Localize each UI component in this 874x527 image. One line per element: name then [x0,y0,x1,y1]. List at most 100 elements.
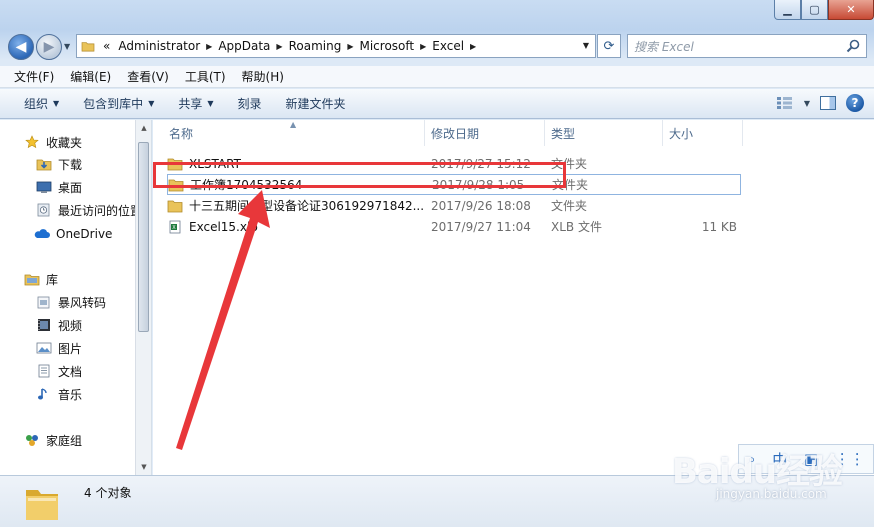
cloud-icon [34,227,50,241]
menu-help[interactable]: 帮助(H) [234,68,292,85]
column-header-name[interactable]: 名称 [163,120,425,146]
search-input[interactable]: 搜索 Excel [627,34,867,58]
include-in-library-button[interactable]: 包含到库中 ▼ [71,95,166,112]
video-icon [36,318,52,332]
nav-library-documents[interactable]: 文档 [36,361,82,381]
preview-pane-icon[interactable] [820,96,836,110]
navigation-scrollbar[interactable]: ▲ ▼ [135,120,151,475]
menu-edit[interactable]: 编辑(E) [62,68,119,85]
breadcrumb-roaming[interactable]: Roaming ▶ [285,39,356,53]
file-date: 2017/9/27 15:12 [431,156,531,171]
organize-button[interactable]: 组织 ▼ [12,95,71,112]
nav-label: 暴风转码 [58,295,107,310]
document-icon [36,364,52,378]
chevron-right-icon[interactable]: ▶ [204,42,214,51]
file-row[interactable]: 工作簿1704532564 2017/9/28 1:05 文件夹 [167,174,741,195]
chevron-right-icon[interactable]: ▶ [468,42,478,51]
column-headers: ▲ 名称 修改日期 类型 大小 [153,120,874,146]
command-bar: 组织 ▼ 包含到库中 ▼ 共享 ▼ 刻录 新建文件夹 ▼ ? [0,89,874,119]
chevron-right-icon[interactable]: ▶ [274,42,284,51]
chevron-right-icon[interactable]: ▶ [418,42,428,51]
file-row[interactable]: 十三五期间大型设备论证306192971842... 2017/9/26 18:… [167,195,747,216]
column-header-label: 大小 [669,126,694,141]
nav-label: 下载 [58,157,83,172]
breadcrumb-label: AppData [218,39,271,53]
breadcrumb-label: Administrator [118,39,201,53]
breadcrumb-label: Roaming [288,39,342,53]
chevron-right-icon[interactable]: ▶ [345,42,355,51]
nav-downloads[interactable]: 下载 [36,154,82,174]
column-header-label: 类型 [551,126,576,141]
scroll-down-arrow-icon[interactable]: ▼ [136,459,151,475]
file-date: 2017/9/27 11:04 [431,219,531,234]
view-options-dropdown[interactable]: ▼ [804,99,810,108]
file-date: 2017/9/26 18:08 [431,198,531,213]
caret-down-icon: ▼ [148,99,155,108]
breadcrumb-appdata[interactable]: AppData ▶ [214,39,284,53]
nav-library-pictures[interactable]: 图片 [36,338,82,358]
menu-bar: 文件(F) 编辑(E) 查看(V) 工具(T) 帮助(H) [0,66,874,88]
menu-file[interactable]: 文件(F) [6,68,62,85]
file-row[interactable]: XLSTART 2017/9/27 15:12 文件夹 [167,153,747,174]
nav-label: 图片 [58,341,83,356]
file-name: Excel15.xlb [189,219,258,234]
file-size: 11 KB [701,219,737,234]
recent-pages-dropdown[interactable]: ▼ [64,42,70,51]
nav-label: 视频 [58,318,83,333]
column-header-type[interactable]: 类型 [545,120,663,146]
menu-tools[interactable]: 工具(T) [177,68,234,85]
breadcrumb-label: Microsoft [359,39,415,53]
breadcrumb-label: Excel [432,39,465,53]
burn-button[interactable]: 刻录 [226,95,274,112]
menu-view[interactable]: 查看(V) [119,68,177,85]
folder-icon [81,42,95,52]
file-row[interactable]: X Excel15.xlb 2017/9/27 11:04 XLB 文件 11 … [167,216,747,237]
maximize-button[interactable]: ▢ [801,0,828,20]
scroll-up-arrow-icon[interactable]: ▲ [136,120,151,136]
scrollbar-thumb[interactable] [138,142,149,332]
breadcrumb-excel[interactable]: Excel ▶ [428,39,478,53]
recent-places-icon [36,203,52,217]
nav-favorites[interactable]: 收藏夹 [24,132,82,152]
address-bar[interactable]: « Administrator ▶ AppData ▶ Roaming ▶ Micro… [76,34,596,58]
music-icon [36,387,52,401]
back-button[interactable]: ◀ [8,34,34,60]
command-label: 共享 [178,97,203,111]
nav-libraries[interactable]: 库 [24,269,58,289]
breadcrumb-administrator[interactable]: Administrator ▶ [114,39,214,53]
minimize-button[interactable]: ▁ [774,0,801,20]
address-history-dropdown[interactable]: ▼ [583,41,589,50]
nav-onedrive[interactable]: OneDrive [34,224,112,244]
nav-library-videos[interactable]: 视频 [36,315,82,335]
breadcrumb-microsoft[interactable]: Microsoft ▶ [355,39,428,53]
refresh-button[interactable]: ⟳ [597,34,621,58]
help-icon[interactable]: ? [846,94,864,112]
library-folder-icon [36,295,52,309]
nav-label: 最近访问的位置 [58,203,143,218]
address-overflow-chevron[interactable]: « [95,39,114,53]
forward-button[interactable]: ▶ [36,34,62,60]
file-list: ▲ 名称 修改日期 类型 大小 XLSTART 2017/9/27 15:12 … [153,120,874,475]
nav-desktop[interactable]: 桌面 [36,177,82,197]
nav-library-music[interactable]: 音乐 [36,384,82,404]
folder-icon [168,178,184,192]
arrow-left-icon: ◀ [15,39,27,55]
column-header-date[interactable]: 修改日期 [425,120,545,146]
column-header-size[interactable]: 大小 [663,120,743,146]
search-placeholder: 搜索 Excel [634,39,694,54]
close-button[interactable]: ✕ [828,0,874,20]
nav-label: 库 [46,272,59,287]
caret-down-icon: ▼ [53,99,60,108]
search-icon [846,39,860,53]
folder-icon [167,157,183,171]
nav-label: 桌面 [58,180,83,195]
nav-recent-places[interactable]: 最近访问的位置 [36,200,142,220]
share-button[interactable]: 共享 ▼ [166,95,225,112]
nav-library-transcode[interactable]: 暴风转码 [36,292,106,312]
folder-icon [167,199,183,213]
file-type: 文件夹 [551,199,588,213]
change-view-icon[interactable] [776,96,794,110]
library-icon [24,272,40,286]
new-folder-button[interactable]: 新建文件夹 [274,95,358,112]
nav-homegroup[interactable]: 家庭组 [24,430,82,450]
